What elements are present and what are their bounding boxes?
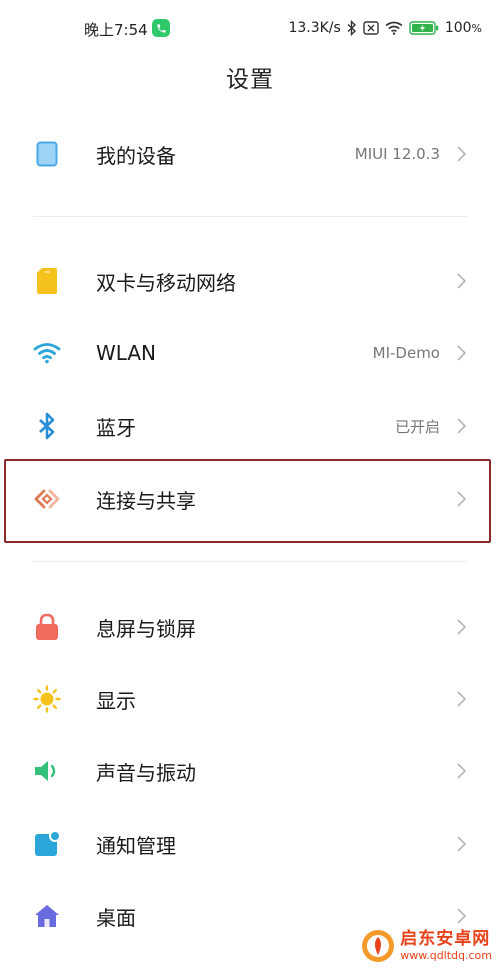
- settings-item-label: 声音与振动: [96, 760, 196, 785]
- battery-percent: 100%: [444, 20, 482, 36]
- status-time: 晚上7:54: [84, 21, 148, 39]
- settings-item-value: MIUI 12.0.3: [354, 145, 440, 163]
- settings-item-label: 我的设备: [96, 143, 176, 168]
- battery-icon: [409, 21, 439, 35]
- chevron-right-icon: [454, 906, 468, 926]
- settings-item-label: 蓝牙: [96, 415, 136, 440]
- chevron-right-icon: [454, 761, 468, 781]
- settings-item-label: 桌面: [96, 905, 136, 930]
- settings-item-notifications[interactable]: 通知管理: [0, 813, 500, 875]
- bluetooth-status-icon: [347, 20, 357, 36]
- watermark-url: www.qdltdq.com: [400, 949, 492, 962]
- settings-item-connection-share[interactable]: 连接与共享: [0, 468, 500, 530]
- section-divider: [33, 216, 467, 217]
- status-bar: 晚上7:54 13.3K/s 100%: [0, 0, 500, 58]
- settings-item-display[interactable]: 显示: [0, 668, 500, 730]
- chevron-right-icon: [454, 689, 468, 709]
- phone-call-icon: [152, 19, 170, 37]
- chevron-right-icon: [454, 834, 468, 854]
- chevron-right-icon: [454, 144, 468, 164]
- settings-item-value: MI-Demo: [372, 344, 440, 362]
- settings-item-wlan[interactable]: WLAN MI-Demo: [0, 322, 500, 384]
- network-speed: 13.3K/s: [288, 20, 341, 36]
- settings-item-sound-vibration[interactable]: 声音与振动: [0, 740, 500, 802]
- watermark-logo-icon: [360, 928, 396, 964]
- section-divider: [33, 561, 467, 562]
- watermark-name: 启东安卓网: [400, 929, 491, 949]
- sim-card-icon: [33, 267, 61, 295]
- no-sim-icon: [363, 21, 379, 35]
- settings-item-label: 双卡与移动网络: [96, 270, 236, 295]
- wifi-status-icon: [385, 21, 403, 35]
- tablet-icon: [33, 140, 61, 168]
- settings-item-label: 连接与共享: [96, 488, 196, 513]
- home-icon: [33, 902, 61, 930]
- chevron-right-icon: [454, 343, 468, 363]
- bluetooth-icon: [33, 412, 61, 440]
- settings-item-lock-screen[interactable]: 息屏与锁屏: [0, 596, 500, 658]
- settings-item-label: 显示: [96, 688, 136, 713]
- settings-item-label: WLAN: [96, 341, 157, 365]
- chevron-right-icon: [454, 489, 468, 509]
- chevron-right-icon: [454, 416, 468, 436]
- notification-icon: [33, 830, 61, 858]
- lock-icon: [33, 613, 61, 641]
- speaker-icon: [33, 757, 61, 785]
- settings-item-sim-network[interactable]: 双卡与移动网络: [0, 250, 500, 312]
- watermark: 启东安卓网 www.qdltdq.com: [360, 928, 492, 964]
- chevron-right-icon: [454, 271, 468, 291]
- connection-share-icon: [33, 485, 61, 513]
- page-title: 设置: [226, 67, 274, 93]
- settings-item-label: 通知管理: [96, 833, 176, 858]
- chevron-right-icon: [454, 617, 468, 637]
- settings-item-label: 息屏与锁屏: [96, 616, 196, 641]
- settings-item-bluetooth[interactable]: 蓝牙 已开启: [0, 395, 500, 457]
- sun-icon: [33, 685, 61, 713]
- settings-item-my-device[interactable]: 我的设备 MIUI 12.0.3: [0, 123, 500, 185]
- wifi-icon: [33, 339, 61, 367]
- settings-item-value: 已开启: [394, 417, 440, 436]
